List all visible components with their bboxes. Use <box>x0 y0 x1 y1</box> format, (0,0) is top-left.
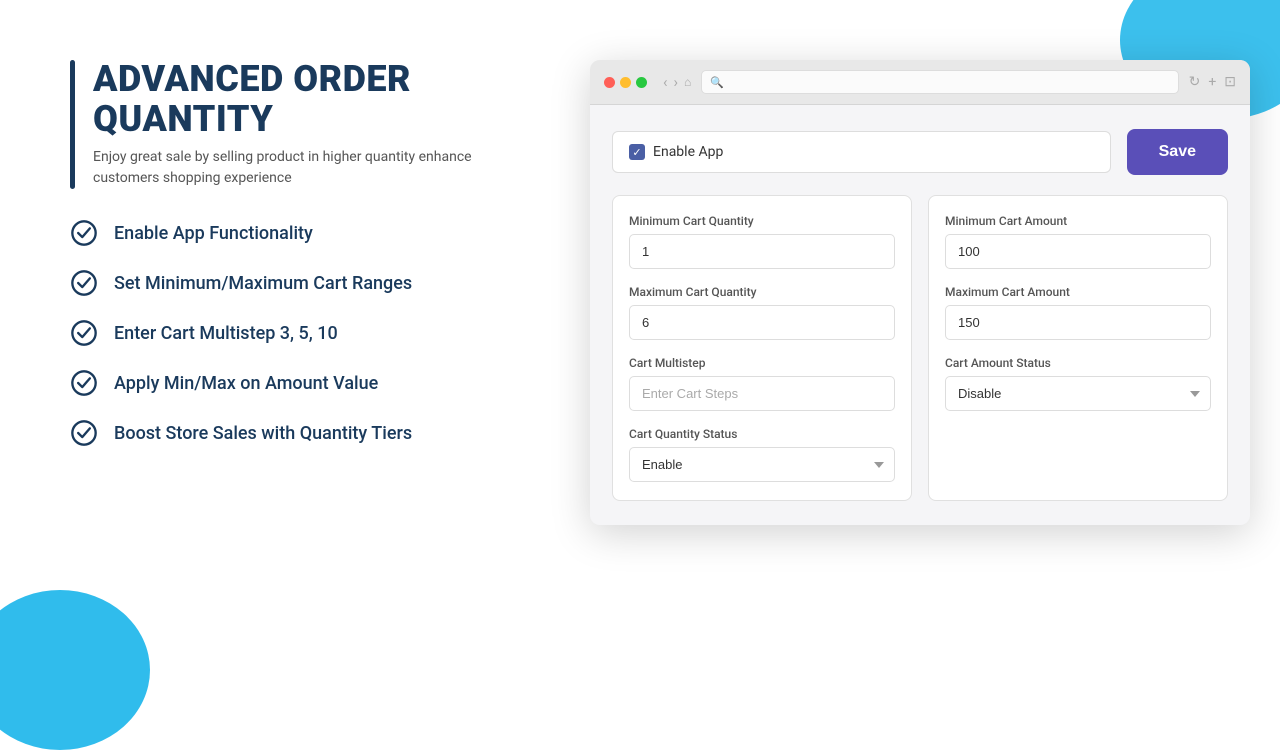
amount-status-label: Cart Amount Status <box>945 356 1211 370</box>
qty-status-select[interactable]: Enable Disable <box>629 447 895 482</box>
min-amount-group: Minimum Cart Amount <box>945 214 1211 269</box>
header-border-decoration <box>70 60 75 189</box>
enable-app-label: Enable App <box>653 144 723 160</box>
amount-status-group: Cart Amount Status Enable Disable <box>945 356 1211 411</box>
browser-actions: ↻ + ⊡ <box>1189 74 1236 90</box>
browser-window: ‹ › ⌂ 🔍 ↻ + ⊡ ✓ Ena <box>590 60 1250 525</box>
decorative-circle-bottom-left <box>0 590 150 750</box>
header-text: Advanced Order Quantity Enjoy great sale… <box>93 60 530 189</box>
feature-label: Apply Min/Max on Amount Value <box>114 373 378 394</box>
qty-status-group: Cart Quantity Status Enable Disable <box>629 427 895 482</box>
page-title: Advanced Order Quantity <box>93 60 530 139</box>
max-amount-group: Maximum Cart Amount <box>945 285 1211 340</box>
feature-label: Boost Store Sales with Quantity Tiers <box>114 423 412 444</box>
left-form-column: Minimum Cart Quantity Maximum Cart Quant… <box>612 195 912 501</box>
max-amount-label: Maximum Cart Amount <box>945 285 1211 299</box>
check-circle-icon <box>70 419 98 447</box>
nav-back-icon[interactable]: ‹ <box>663 73 668 91</box>
enable-app-row: ✓ Enable App Save <box>612 129 1228 175</box>
qty-status-label: Cart Quantity Status <box>629 427 895 441</box>
form-columns: Minimum Cart Quantity Maximum Cart Quant… <box>612 195 1228 501</box>
feature-label: Set Minimum/Maximum Cart Ranges <box>114 273 412 294</box>
min-qty-group: Minimum Cart Quantity <box>629 214 895 269</box>
amount-status-select[interactable]: Enable Disable <box>945 376 1211 411</box>
browser-dot-maximize[interactable] <box>636 77 647 88</box>
enable-app-field[interactable]: ✓ Enable App <box>612 131 1111 173</box>
enable-app-checkbox[interactable]: ✓ <box>629 144 645 160</box>
right-panel: ‹ › ⌂ 🔍 ↻ + ⊡ ✓ Ena <box>590 60 1250 525</box>
list-item: Enable App Functionality <box>70 219 530 247</box>
check-circle-icon <box>70 269 98 297</box>
max-amount-input[interactable] <box>945 305 1211 340</box>
max-qty-input[interactable] <box>629 305 895 340</box>
check-circle-icon <box>70 369 98 397</box>
list-item: Boost Store Sales with Quantity Tiers <box>70 419 530 447</box>
min-amount-label: Minimum Cart Amount <box>945 214 1211 228</box>
browser-content: ✓ Enable App Save Minimum Cart Quantity <box>590 105 1250 525</box>
list-item: Apply Min/Max on Amount Value <box>70 369 530 397</box>
multistep-label: Cart Multistep <box>629 356 895 370</box>
save-button[interactable]: Save <box>1127 129 1228 175</box>
browser-nav: ‹ › ⌂ <box>663 73 691 91</box>
left-panel: Advanced Order Quantity Enjoy great sale… <box>70 60 530 525</box>
max-qty-label: Maximum Cart Quantity <box>629 285 895 299</box>
check-circle-icon <box>70 319 98 347</box>
right-form-column: Minimum Cart Amount Maximum Cart Amount … <box>928 195 1228 501</box>
browser-add-tab-icon[interactable]: + <box>1208 74 1216 90</box>
browser-dot-minimize[interactable] <box>620 77 631 88</box>
feature-label: Enter Cart Multistep 3, 5, 10 <box>114 323 338 344</box>
feature-label: Enable App Functionality <box>114 223 313 244</box>
browser-dots <box>604 77 647 88</box>
min-amount-input[interactable] <box>945 234 1211 269</box>
feature-list: Enable App Functionality Set Minimum/Max… <box>70 219 530 447</box>
check-circle-icon <box>70 219 98 247</box>
nav-home-icon[interactable]: ⌂ <box>684 75 691 89</box>
header-block: Advanced Order Quantity Enjoy great sale… <box>70 60 530 189</box>
list-item: Set Minimum/Maximum Cart Ranges <box>70 269 530 297</box>
page-subtitle: Enjoy great sale by selling product in h… <box>93 147 530 189</box>
max-qty-group: Maximum Cart Quantity <box>629 285 895 340</box>
multistep-group: Cart Multistep <box>629 356 895 411</box>
browser-toolbar: ‹ › ⌂ 🔍 ↻ + ⊡ <box>590 60 1250 105</box>
list-item: Enter Cart Multistep 3, 5, 10 <box>70 319 530 347</box>
min-qty-input[interactable] <box>629 234 895 269</box>
browser-menu-icon[interactable]: ⊡ <box>1224 74 1236 90</box>
min-qty-label: Minimum Cart Quantity <box>629 214 895 228</box>
nav-forward-icon[interactable]: › <box>674 73 679 91</box>
browser-refresh-icon[interactable]: ↻ <box>1189 74 1201 90</box>
address-search-icon: 🔍 <box>710 76 724 89</box>
browser-address-bar[interactable]: 🔍 <box>701 70 1178 94</box>
multistep-input[interactable] <box>629 376 895 411</box>
browser-dot-close[interactable] <box>604 77 615 88</box>
